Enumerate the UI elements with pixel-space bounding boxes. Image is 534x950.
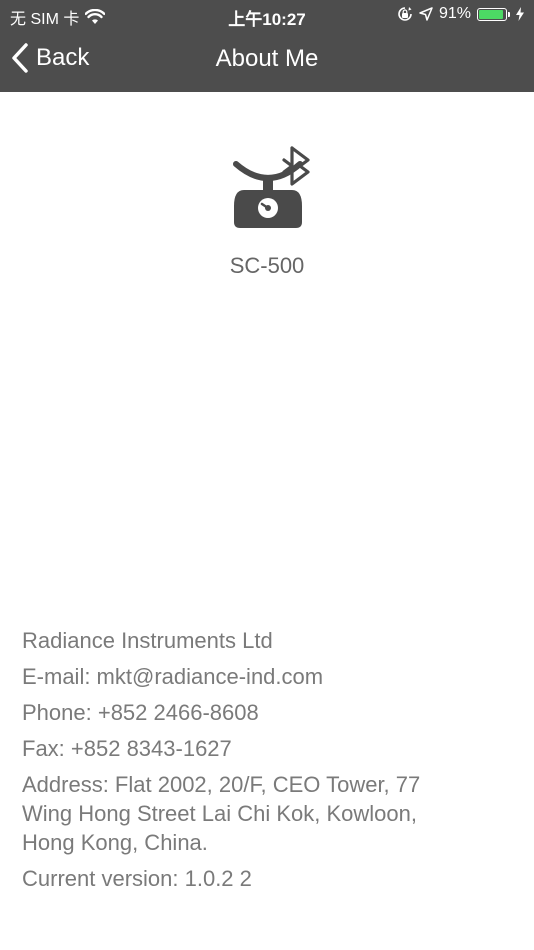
status-bar: 无 SIM 卡 上午10:27 91% — [0, 0, 534, 30]
device-name: SC-500 — [229, 253, 305, 278]
page-title: About Me — [215, 45, 319, 72]
top-bar: 无 SIM 卡 上午10:27 91% Back About Me — [0, 0, 534, 92]
battery-percent: 91% — [438, 5, 471, 22]
company-info: Radiance Instruments Ltd E-mail: mkt@rad… — [22, 626, 492, 900]
navigation-bar: Back About Me — [0, 30, 534, 92]
company-name: Radiance Instruments Ltd — [22, 628, 273, 653]
battery-fill — [479, 9, 503, 19]
orientation-lock-icon — [397, 6, 413, 22]
bluetooth-scale-icon — [228, 134, 318, 234]
company-phone: Phone: +852 2466-8608 — [22, 700, 259, 725]
company-email: E-mail: mkt@radiance-ind.com — [22, 664, 324, 689]
charging-bolt-icon — [516, 7, 524, 21]
battery-icon — [477, 7, 510, 21]
location-arrow-icon — [419, 7, 433, 21]
status-right: 91% — [397, 5, 524, 23]
company-fax: Fax: +852 8343-1627 — [22, 736, 232, 761]
app-version: Current version: 1.0.2 2 — [22, 866, 252, 891]
about-me-screen: 无 SIM 卡 上午10:27 91% Back About Me SC-500… — [0, 0, 534, 950]
company-address: Address: Flat 2002, 20/F, CEO Tower, 77 … — [22, 772, 421, 855]
